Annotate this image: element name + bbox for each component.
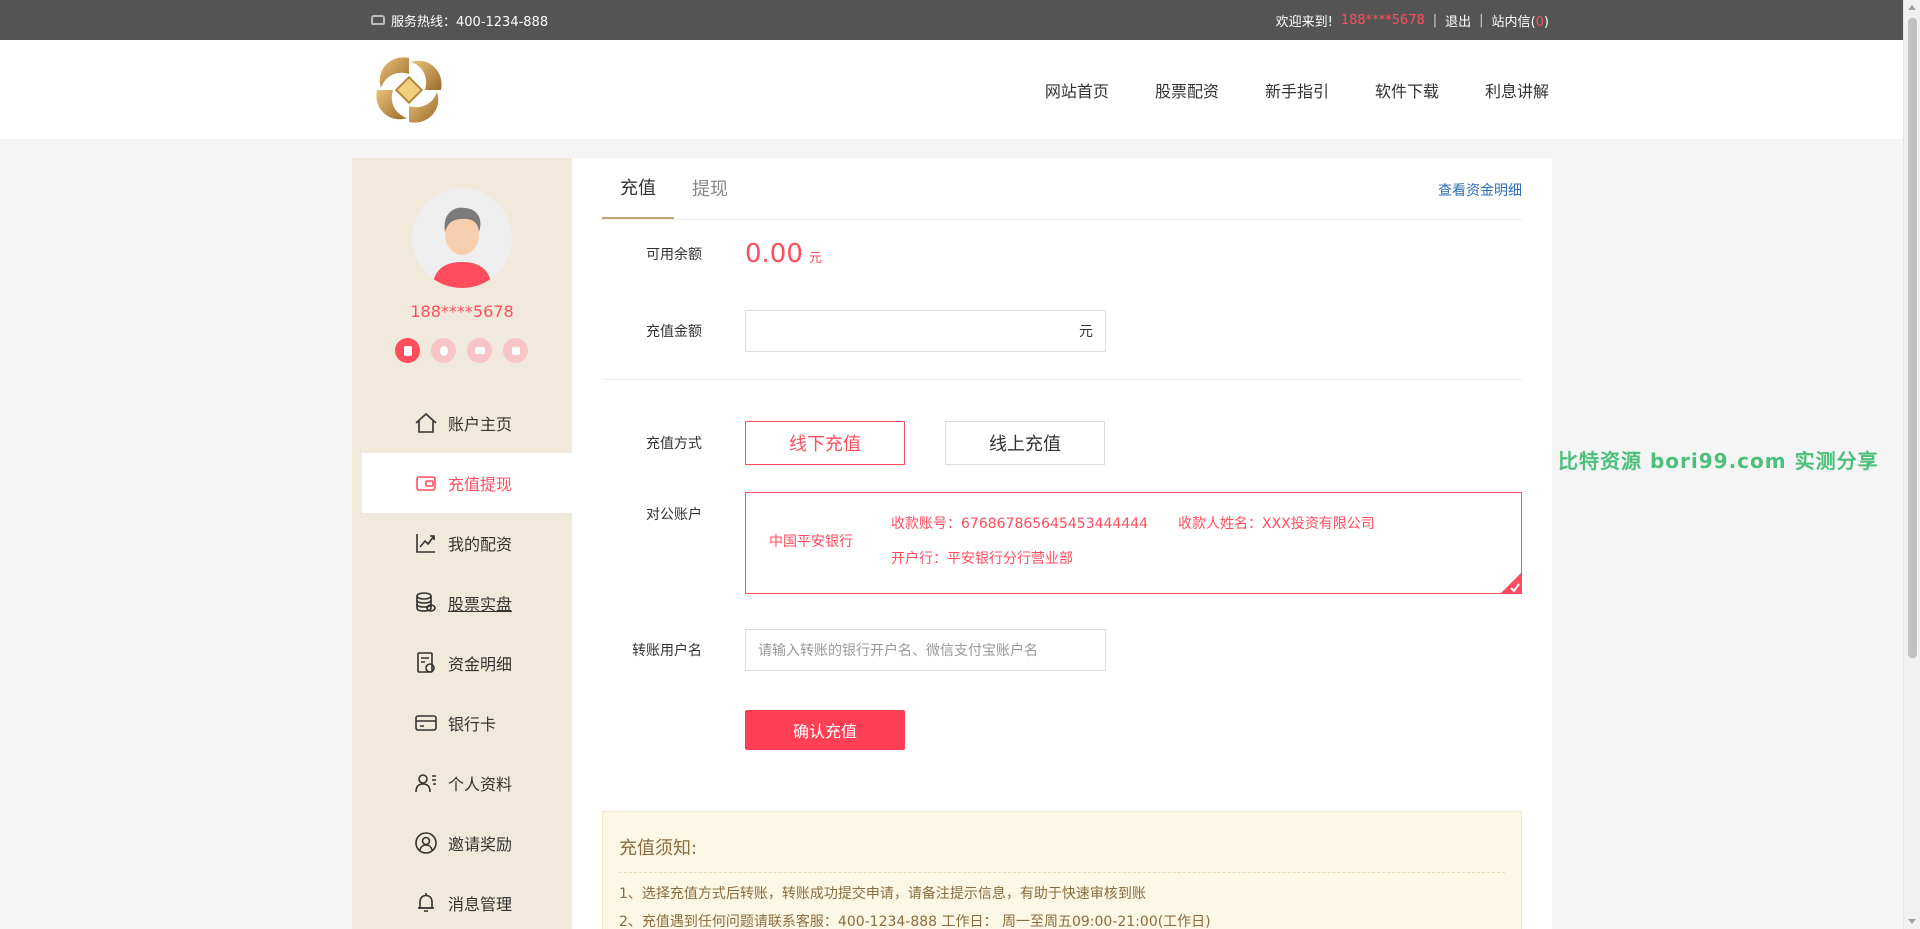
account-number: 收款账号：676867865645453444444 (891, 516, 1149, 532)
password-verified-icon[interactable] (503, 338, 528, 363)
wallet-icon (414, 471, 438, 495)
transfer-name-label: 转账用户名 (632, 643, 702, 659)
sidebar: 188****5678 账户主页 充值提现 我的配资 股票实盘 资金明细 银行卡… (352, 158, 572, 929)
main-nav: 网站首页 股票配资 新手指引 软件下载 利息讲解 (1045, 78, 1549, 102)
sidebar-item-invite-rewards[interactable]: 邀请奖励 (362, 813, 572, 873)
sidebar-item-label: 资金明细 (448, 655, 513, 674)
amount-input[interactable]: 元 (745, 310, 1106, 352)
scroll-down-icon[interactable] (1908, 919, 1916, 924)
top-bar: 服务热线：400-1234-888 欢迎来到! 188****5678 | 退出… (0, 0, 1920, 40)
nav-software-download[interactable]: 软件下载 (1375, 78, 1439, 102)
phone-icon (371, 15, 385, 25)
coins-icon (414, 591, 438, 615)
messages-count: 0 (1535, 14, 1544, 30)
divider (602, 379, 1522, 380)
user-phone[interactable]: 188****5678 (1341, 13, 1425, 28)
selected-check-icon (1500, 572, 1522, 594)
profile-icon (414, 771, 438, 795)
amount-label: 充值金额 (646, 324, 702, 340)
separator: | (1432, 12, 1438, 28)
sidebar-item-label: 我的配资 (448, 535, 513, 554)
balance-row: 可用余额 0.00 元 (602, 239, 822, 269)
hotline-text: 服务热线：400-1234-888 (391, 14, 549, 30)
sidebar-item-my-financing[interactable]: 我的配资 (362, 513, 572, 573)
tab-recharge[interactable]: 充值 (602, 157, 674, 219)
corporate-label: 对公账户 (646, 507, 702, 523)
transfer-name-row: 转账用户名 请输入转账的银行开户名、微信支付宝账户名 (602, 629, 1106, 671)
sidebar-item-label: 银行卡 (448, 715, 497, 734)
logo-icon[interactable] (371, 52, 447, 128)
balance-label: 可用余额 (646, 247, 702, 263)
watermark: 比特资源 bori99.com 实测分享 (1558, 449, 1879, 473)
nav-home[interactable]: 网站首页 (1045, 78, 1109, 102)
bank-branch: 开户行：平安银行分行营业部 (891, 551, 1073, 567)
card-icon (414, 711, 438, 735)
amount-unit: 元 (1079, 324, 1093, 340)
header: 网站首页 股票配资 新手指引 软件下载 利息讲解 (0, 40, 1920, 139)
fund-details-link[interactable]: 查看资金明细 (1438, 180, 1522, 200)
sidebar-item-fund-details[interactable]: 资金明细 (362, 633, 572, 693)
balance-value: 0.00 元 (745, 239, 822, 269)
account-holder: 收款人姓名：XXX投资有限公司 (1178, 516, 1375, 532)
tab-bar: 充值 提现 查看资金明细 (602, 158, 1522, 220)
transfer-name-input[interactable]: 请输入转账的银行开户名、微信支付宝账户名 (745, 629, 1106, 671)
user-circle-icon (414, 831, 438, 855)
notice-title: 充值须知: (619, 834, 1505, 873)
tab-withdraw[interactable]: 提现 (674, 157, 746, 219)
nav-beginner-guide[interactable]: 新手指引 (1265, 78, 1329, 102)
amount-row: 充值金额 元 (602, 310, 1106, 352)
bank-name: 中国平安银行 (769, 534, 853, 550)
balance-unit: 元 (808, 251, 822, 266)
nav-interest-explanation[interactable]: 利息讲解 (1485, 78, 1549, 102)
avatar-icon (412, 188, 512, 288)
sidebar-item-label: 邀请奖励 (448, 835, 513, 854)
sidebar-menu: 账户主页 充值提现 我的配资 股票实盘 资金明细 银行卡 个人资料 邀请奖励 消… (362, 393, 572, 929)
nav-stock-financing[interactable]: 股票配资 (1155, 78, 1219, 102)
sidebar-item-label: 账户主页 (448, 415, 513, 434)
sidebar-item-bank-card[interactable]: 银行卡 (362, 693, 572, 753)
corporate-account-card[interactable]: 中国平安银行 收款账号：676867865645453444444 收款人姓名：… (745, 492, 1522, 594)
notice-item: 2、充值遇到任何问题请联系客服：400-1234-888 工作日： 周一至周五0… (619, 914, 1211, 929)
verification-icons (395, 338, 528, 363)
avatar[interactable] (412, 188, 512, 288)
sidebar-item-label: 股票实盘 (448, 595, 513, 614)
scroll-up-icon[interactable] (1908, 5, 1916, 10)
balance-amount: 0.00 (745, 239, 803, 269)
identity-verified-icon[interactable] (431, 338, 456, 363)
ledger-icon (414, 651, 438, 675)
separator: | (1479, 12, 1484, 28)
sidebar-item-profile[interactable]: 个人资料 (362, 753, 572, 813)
offline-recharge-button[interactable]: 线下充值 (745, 421, 905, 465)
corporate-row: 对公账户 (602, 504, 702, 524)
welcome-text: 欢迎来到! (1275, 14, 1333, 30)
recharge-panel: 充值 提现 查看资金明细 可用余额 0.00 元 充值金额 元 充值方式 线下充值… (572, 158, 1552, 929)
method-label: 充值方式 (646, 436, 702, 452)
sidebar-item-stock-live[interactable]: 股票实盘 (362, 573, 572, 633)
method-row: 充值方式 线下充值 线上充值 (602, 421, 1105, 465)
confirm-recharge-button[interactable]: 确认充值 (745, 710, 905, 750)
bank-verified-icon[interactable] (467, 338, 492, 363)
sidebar-item-account-home[interactable]: 账户主页 (362, 393, 572, 453)
sidebar-item-messages[interactable]: 消息管理 (362, 873, 572, 929)
sidebar-item-label: 消息管理 (448, 895, 513, 914)
sidebar-item-recharge-withdraw[interactable]: 充值提现 (362, 453, 572, 513)
online-recharge-button[interactable]: 线上充值 (945, 421, 1105, 465)
messages-link[interactable]: 站内信(0) (1492, 11, 1549, 30)
bell-icon (414, 891, 438, 915)
scrollbar[interactable] (1903, 0, 1920, 929)
hotline: 服务热线：400-1234-888 (371, 11, 548, 30)
main-area: 188****5678 账户主页 充值提现 我的配资 股票实盘 资金明细 银行卡… (352, 158, 1552, 929)
sidebar-item-label: 充值提现 (448, 475, 513, 494)
recharge-notice: 充值须知: 1、选择充值方式后转账，转账成功提交申请，请备注提示信息，有助于快速… (602, 811, 1522, 929)
home-icon (414, 411, 438, 435)
sidebar-username: 188****5678 (410, 302, 514, 321)
sidebar-item-label: 个人资料 (448, 775, 513, 794)
chart-icon (414, 531, 438, 555)
notice-item: 1、选择充值方式后转账，转账成功提交申请，请备注提示信息，有助于快速审核到账 (619, 886, 1146, 902)
scrollbar-thumb[interactable] (1908, 18, 1917, 658)
messages-label: 站内信 (1491, 14, 1531, 30)
phone-verified-icon[interactable] (395, 338, 420, 363)
logout-link[interactable]: 退出 (1445, 11, 1471, 30)
